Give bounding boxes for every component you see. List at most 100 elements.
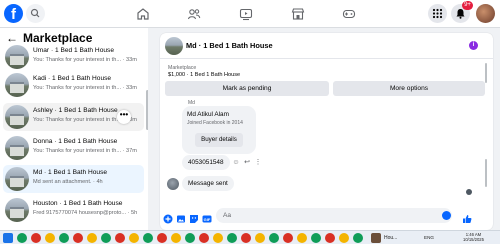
chrome-icon[interactable] [185, 233, 195, 243]
menu-button[interactable] [428, 4, 447, 23]
emoji-icon[interactable] [442, 211, 451, 220]
sender-avatar[interactable] [167, 178, 179, 190]
chat-panel: Md · 1 Bed 1 Bath House i Marketplace $1… [160, 33, 493, 230]
chrome-icon[interactable] [311, 233, 321, 243]
svg-text:GIF: GIF [204, 217, 211, 222]
marketplace-icon [291, 8, 305, 20]
gaming-icon [342, 9, 356, 19]
conversation-more-button[interactable]: ••• [117, 110, 131, 124]
profile-avatar[interactable] [476, 4, 495, 23]
conversation-title: Ashley · 1 Bed 1 Bath House [33, 107, 118, 114]
chrome-icon[interactable] [269, 233, 279, 243]
chrome-icon[interactable] [255, 233, 265, 243]
friends-tab[interactable] [186, 6, 202, 22]
chrome-icon[interactable] [143, 233, 153, 243]
chrome-icon[interactable] [297, 233, 307, 243]
chrome-icon[interactable] [129, 233, 139, 243]
chrome-icon[interactable] [115, 233, 125, 243]
chrome-icon[interactable] [171, 233, 181, 243]
facebook-logo[interactable]: f [4, 4, 23, 23]
buyer-name: Md Atikul Alam [187, 111, 229, 118]
search-button[interactable] [26, 4, 45, 23]
chrome-icon[interactable] [283, 233, 293, 243]
sticker-icon [190, 215, 198, 223]
chrome-icon[interactable] [87, 233, 97, 243]
conversation-title: Donna · 1 Bed 1 Bath House [33, 138, 118, 145]
start-icon[interactable] [3, 233, 13, 243]
chrome-icon[interactable] [241, 233, 251, 243]
gif-icon: GIF [202, 215, 212, 223]
buyer-card: Md Atikul Alam Joined Facebook in 2014 B… [182, 106, 256, 154]
chrome-icon[interactable] [227, 233, 237, 243]
listing-summary[interactable]: Marketplace $1,000 · 1 Bed 1 Bath House [165, 65, 485, 79]
top-navigation-bar: f 9+ [0, 0, 500, 28]
system-clock[interactable]: 1:46 AM 10/15/2025 [463, 232, 484, 242]
windows-taskbar: Hou... ENG 1:46 AM 10/15/2025 [0, 230, 500, 244]
message-bubble[interactable]: Message sent [182, 176, 234, 191]
chrome-icon[interactable] [73, 233, 83, 243]
marketplace-tab[interactable] [290, 6, 306, 22]
chrome-icon[interactable] [17, 233, 27, 243]
sidebar-scrollbar[interactable] [146, 90, 148, 130]
gif-button[interactable]: GIF [202, 211, 212, 223]
like-button[interactable] [462, 211, 472, 223]
message-composer: GIF Aa [160, 203, 493, 230]
chrome-icon[interactable] [199, 233, 209, 243]
listing-thumbnail [5, 198, 29, 222]
chrome-icon[interactable] [157, 233, 167, 243]
listing-thumbnail [5, 45, 29, 69]
conversation-title: Md · 1 Bed 1 Bath House [33, 169, 108, 176]
listing-scrollbar[interactable] [485, 63, 487, 83]
conversation-item-active[interactable]: Md · 1 Bed 1 Bath House Md sent an attac… [3, 165, 144, 193]
chat-scrollbar[interactable] [485, 159, 487, 187]
message-input[interactable]: Aa [216, 208, 452, 223]
listing-price: $1,000 · 1 Bed 1 Bath House [168, 72, 241, 78]
listing-thumbnail [5, 105, 29, 129]
conversation-title: Houston · 1 Bed 1 Bath House [33, 200, 123, 207]
mark-as-pending-button[interactable]: Mark as pending [165, 81, 329, 96]
buyer-joined: Joined Facebook in 2014 [187, 120, 243, 126]
conversation-preview: You: Thanks for your interest in th... ·… [33, 85, 137, 91]
conversation-item[interactable]: Ashley · 1 Bed 1 Bath House You: Thanks … [3, 103, 144, 131]
chrome-icon[interactable] [353, 233, 363, 243]
conversation-preview: You: Thanks for your interest in th... ·… [33, 57, 137, 63]
chrome-icon[interactable] [213, 233, 223, 243]
home-tab[interactable] [135, 6, 151, 22]
video-icon [239, 8, 253, 21]
video-tab[interactable] [238, 6, 254, 22]
search-icon [30, 8, 40, 18]
chrome-icon[interactable] [59, 233, 69, 243]
chrome-icon[interactable] [31, 233, 41, 243]
buyer-details-button[interactable]: Buyer details [195, 133, 243, 147]
message-bubble[interactable]: 4053051548 [182, 155, 230, 170]
chrome-icon[interactable] [101, 233, 111, 243]
reply-icon[interactable]: ↩ [243, 159, 251, 167]
photo-button[interactable] [176, 211, 186, 223]
conversation-preview: You: Thanks for your interest in th... ·… [33, 148, 137, 154]
listing-thumbnail [5, 73, 29, 97]
more-dots-icon[interactable]: ⋮ [254, 159, 262, 167]
active-window-label[interactable]: Hou... [384, 234, 397, 242]
plus-circle-icon [163, 214, 173, 224]
conversation-item[interactable]: Kadi · 1 Bed 1 Bath House You: Thanks fo… [3, 71, 144, 99]
add-button[interactable] [163, 211, 173, 224]
conversation-item[interactable]: Donna · 1 Bed 1 Bath House You: Thanks f… [3, 134, 144, 162]
gaming-tab[interactable] [341, 6, 357, 22]
chrome-icon[interactable] [325, 233, 335, 243]
conversation-preview: Fred 9175770074 housesnp@proto... · 5h [33, 210, 138, 216]
listing-thumbnail[interactable] [165, 37, 183, 55]
more-options-button[interactable]: More options [333, 81, 485, 96]
chrome-icon[interactable] [339, 233, 349, 243]
image-icon [177, 215, 185, 223]
chrome-icon[interactable] [45, 233, 55, 243]
emoji-reaction-icon[interactable]: ☺ [232, 159, 240, 167]
listing-label: Marketplace [168, 65, 197, 71]
info-icon[interactable]: i [469, 41, 478, 50]
conversation-title: Umar · 1 Bed 1 Bath House [33, 47, 114, 54]
sticker-button[interactable] [189, 211, 199, 223]
chat-title[interactable]: Md · 1 Bed 1 Bath House [186, 41, 273, 51]
conversation-item[interactable]: Umar · 1 Bed 1 Bath House You: Thanks fo… [3, 43, 144, 71]
conversation-item[interactable]: Houston · 1 Bed 1 Bath House Fred 917577… [3, 196, 144, 224]
active-window-icon[interactable] [371, 233, 381, 243]
tray-language[interactable]: ENG [424, 234, 434, 242]
